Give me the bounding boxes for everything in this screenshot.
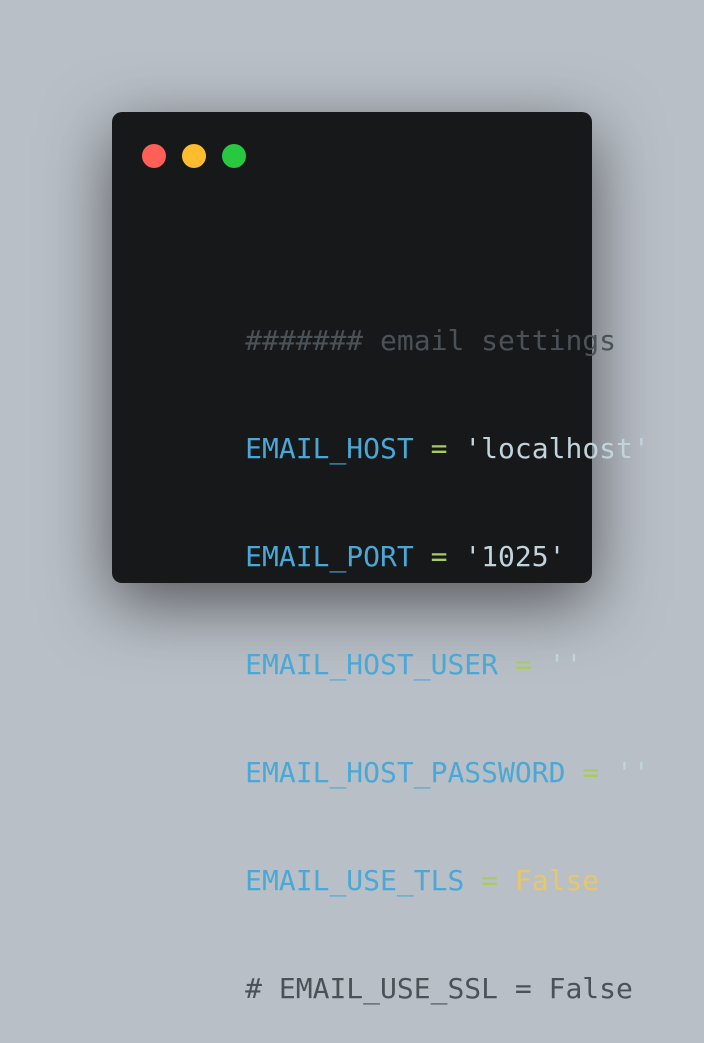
assign-operator: = bbox=[464, 864, 515, 897]
comment-text: ####### email settings bbox=[245, 324, 617, 357]
code-line: ####### email settings bbox=[144, 287, 650, 357]
minimize-dot-icon[interactable] bbox=[182, 144, 206, 168]
string-value: 'localhost' bbox=[464, 432, 650, 465]
code-line: EMAIL_HOST = 'localhost' bbox=[144, 395, 650, 465]
variable-name: EMAIL_HOST bbox=[245, 432, 414, 465]
close-dot-icon[interactable] bbox=[142, 144, 166, 168]
code-line: EMAIL_HOST_PASSWORD = '' bbox=[144, 719, 650, 789]
string-value: '' bbox=[548, 648, 583, 681]
assign-operator: = bbox=[413, 540, 465, 573]
assign-operator: = bbox=[498, 648, 549, 681]
constant-value: False bbox=[514, 864, 600, 897]
comment-text: # EMAIL_USE_SSL = False bbox=[245, 972, 633, 1005]
variable-name: EMAIL_USE_TLS bbox=[245, 864, 465, 897]
variable-name: EMAIL_HOST_USER bbox=[245, 648, 499, 681]
variable-name: EMAIL_PORT bbox=[245, 540, 414, 573]
string-value: '1025' bbox=[464, 540, 566, 573]
code-line: EMAIL_HOST_USER = '' bbox=[144, 611, 650, 681]
code-line: EMAIL_USE_TLS = False bbox=[144, 827, 650, 897]
assign-operator: = bbox=[413, 432, 465, 465]
string-value: '' bbox=[616, 756, 650, 789]
code-line: EMAIL_PORT = '1025' bbox=[144, 503, 650, 573]
code-block: ####### email settings EMAIL_HOST = 'loc… bbox=[144, 215, 650, 1043]
code-window: ####### email settings EMAIL_HOST = 'loc… bbox=[112, 112, 650, 1005]
zoom-dot-icon[interactable] bbox=[222, 144, 246, 168]
variable-name: EMAIL_HOST_PASSWORD bbox=[245, 756, 566, 789]
code-line: # EMAIL_USE_SSL = False bbox=[144, 935, 650, 1005]
assign-operator: = bbox=[565, 756, 617, 789]
